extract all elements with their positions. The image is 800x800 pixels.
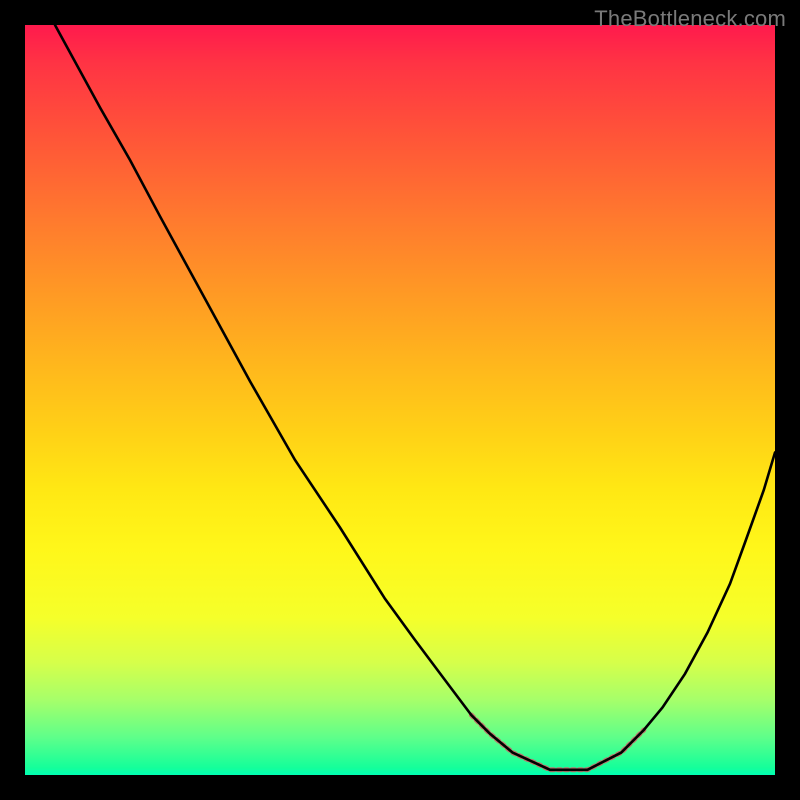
curve-path: [55, 25, 775, 770]
trough-overlay-path: [471, 715, 644, 770]
watermark-text: TheBottleneck.com: [594, 6, 786, 32]
chart-frame: TheBottleneck.com: [0, 0, 800, 800]
curve-svg: [25, 25, 775, 775]
plot-area: [25, 25, 775, 775]
